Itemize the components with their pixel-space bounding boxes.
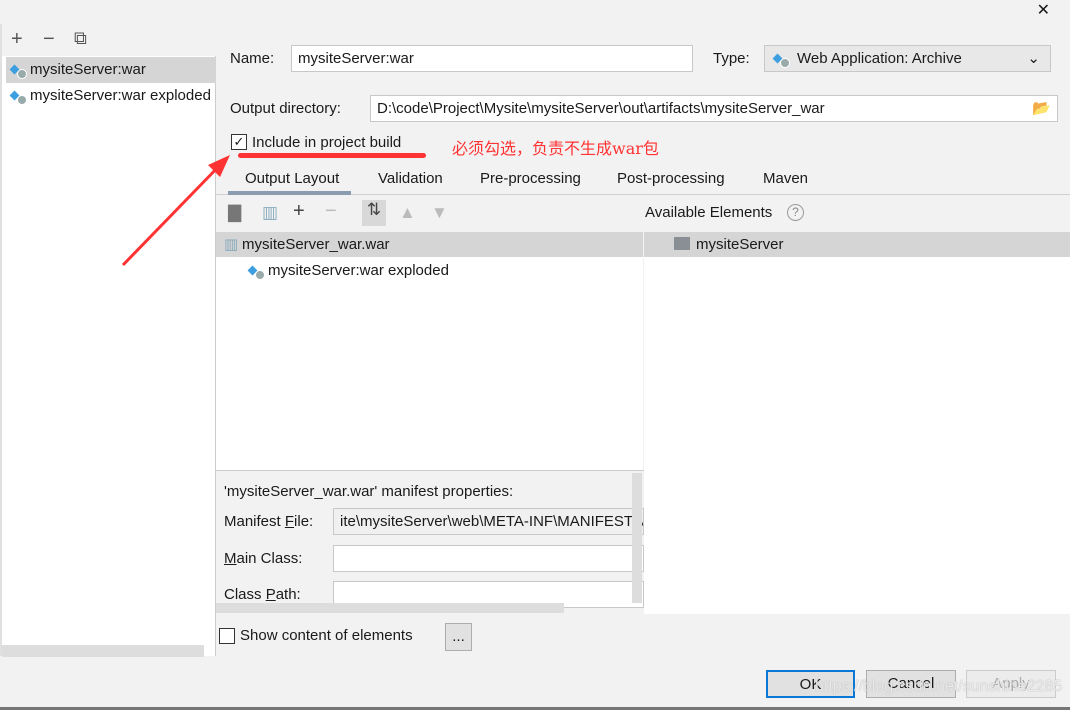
main-class-input[interactable] (333, 545, 644, 572)
copy-icon[interactable]: ⧉ (74, 28, 87, 49)
chevron-down-icon: ⌄ (1027, 50, 1040, 67)
name-input[interactable]: mysiteServer:war (291, 45, 693, 72)
tab-validation[interactable]: Validation (378, 170, 443, 187)
move-down-icon[interactable]: ▼ (431, 203, 448, 223)
layout-toolbar: ▇ ▥ + − ⇅ ▲ ▼ (216, 196, 644, 232)
help-icon[interactable]: ? (787, 204, 804, 221)
name-label: Name: (230, 50, 275, 67)
output-tree: ▥ mysiteServer_war.war mysiteServer:war e… (216, 232, 643, 470)
sort-icon[interactable]: ⇅ (362, 200, 386, 226)
tree-item-label: mysiteServer_war.war (242, 236, 390, 253)
show-content-checkbox[interactable] (219, 628, 235, 644)
output-label: Output directory: (230, 100, 341, 117)
active-tab-indicator (228, 191, 351, 195)
available-item-label: mysiteServer (696, 236, 784, 253)
folder-icon[interactable]: 📂 (1032, 96, 1051, 121)
class-path-label: Class Path: (224, 586, 301, 603)
more-button[interactable]: ... (445, 623, 472, 651)
remove-icon[interactable]: − (43, 28, 55, 51)
artifact-label: mysiteServer:war (30, 61, 146, 78)
type-value: Web Application: Archive (797, 50, 962, 67)
available-item[interactable]: mysiteServer (644, 232, 1070, 257)
remove-element-icon[interactable]: − (325, 200, 337, 223)
main-class-label: Main Class: (224, 550, 303, 567)
archive-icon: ▥ (224, 236, 239, 253)
show-content-label: Show content of elements (240, 627, 413, 644)
manifest-hscrollbar[interactable] (216, 603, 564, 613)
move-up-icon[interactable]: ▲ (399, 203, 416, 223)
close-button[interactable]: ✕ (1037, 0, 1050, 20)
available-elements-title: Available Elements (645, 204, 773, 221)
tree-item-label: mysiteServer:war exploded (268, 262, 449, 279)
artifact-sidebar: + − ⧉ mysiteServer:war mysiteServer:war … (0, 24, 218, 656)
sidebar-scrollbar[interactable] (2, 645, 204, 657)
artifact-item[interactable]: mysiteServer:war (6, 57, 216, 83)
tab-maven[interactable]: Maven (763, 170, 808, 187)
web-artifact-icon (773, 52, 790, 68)
annotation-underline (238, 153, 426, 158)
include-checkbox[interactable]: ✓ (231, 134, 247, 150)
tab-post-processing[interactable]: Post-processing (617, 170, 725, 187)
new-folder-icon[interactable]: ▇ (228, 203, 241, 223)
manifest-title: 'mysiteServer_war.war' manifest properti… (224, 483, 514, 500)
module-folder-icon (674, 237, 690, 250)
tab-bar: Output Layout Validation Pre-processing … (216, 170, 1070, 195)
include-label: Include in project build (252, 134, 402, 151)
sidebar-toolbar: + − ⧉ (2, 24, 218, 56)
annotation-text: 必须勾选，负责不生成war包 (452, 139, 659, 158)
tree-item[interactable]: ▥ mysiteServer_war.war (216, 232, 643, 257)
output-directory-input[interactable]: D:\code\Project\Mysite\mysiteServer\out\… (370, 95, 1058, 122)
web-artifact-icon (10, 89, 27, 105)
tree-item[interactable]: mysiteServer:war exploded (246, 258, 449, 283)
tab-pre-processing[interactable]: Pre-processing (480, 170, 581, 187)
tab-output-layout[interactable]: Output Layout (245, 170, 339, 187)
web-artifact-icon (248, 264, 265, 280)
add-icon[interactable]: + (11, 28, 23, 51)
output-value: D:\code\Project\Mysite\mysiteServer\out\… (377, 100, 825, 117)
add-element-icon[interactable]: + (293, 200, 305, 223)
type-label: Type: (713, 50, 750, 67)
manifest-file-label: Manifest File: (224, 513, 314, 530)
available-elements-tree: mysiteServer (644, 232, 1070, 614)
manifest-vscrollbar[interactable] (632, 473, 642, 603)
manifest-file-input[interactable]: ite\mysiteServer\web\META-INF\MANIFEST.M… (333, 508, 644, 535)
archive-icon[interactable]: ▥ (262, 203, 278, 223)
web-artifact-icon (10, 63, 27, 79)
artifact-item[interactable]: mysiteServer:war exploded (6, 83, 216, 109)
type-select[interactable]: Web Application: Archive ⌄ (764, 45, 1051, 72)
artifact-label: mysiteServer:war exploded (30, 87, 211, 104)
manifest-panel: 'mysiteServer_war.war' manifest properti… (216, 470, 644, 614)
watermark: https://blog.csdn.net/sunshine2285 (815, 678, 1063, 695)
